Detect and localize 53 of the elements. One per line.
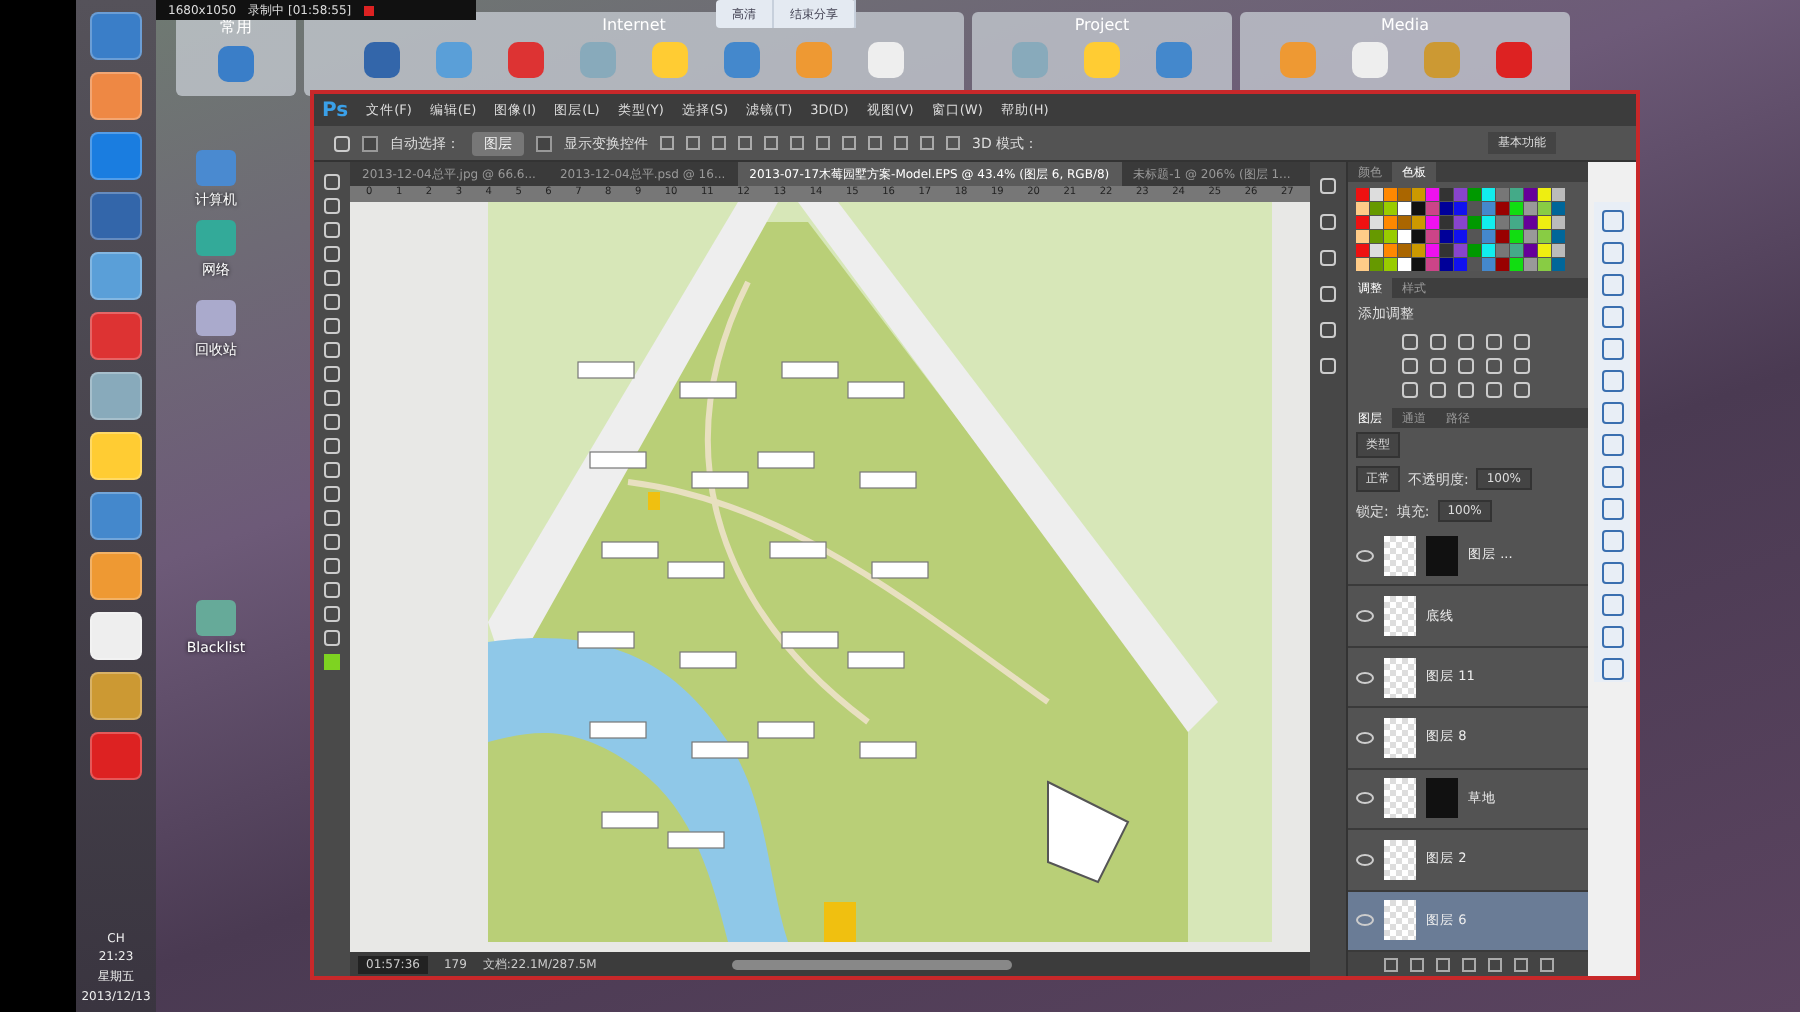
stop-icon[interactable] bbox=[363, 5, 374, 15]
layer-mask-thumbnail bbox=[1426, 535, 1458, 576]
checkbox[interactable] bbox=[362, 135, 378, 151]
side-tool-icon[interactable] bbox=[1601, 498, 1623, 520]
launcher-group-title: 常用 bbox=[220, 16, 252, 38]
side-tool-icon[interactable] bbox=[1601, 210, 1623, 232]
side-tool-icon[interactable] bbox=[1601, 466, 1623, 488]
taskbar-app-icon[interactable] bbox=[90, 612, 142, 660]
panel-icon[interactable] bbox=[1320, 250, 1336, 266]
layer-thumbnail bbox=[1384, 596, 1416, 637]
visibility-eye-icon[interactable] bbox=[1356, 792, 1374, 805]
side-tool-icon[interactable] bbox=[1601, 242, 1623, 264]
move-tool-icon[interactable] bbox=[334, 135, 350, 151]
app-logo: Ps bbox=[322, 99, 349, 121]
layer-thumbnail bbox=[1384, 717, 1416, 758]
launcher-group-title: Project bbox=[1074, 14, 1130, 34]
visibility-eye-icon[interactable] bbox=[1356, 731, 1374, 744]
visibility-eye-icon[interactable] bbox=[1356, 914, 1374, 927]
visibility-eye-icon[interactable] bbox=[1356, 671, 1374, 684]
side-tool-icon[interactable] bbox=[1601, 274, 1623, 296]
side-tool-icon[interactable] bbox=[1601, 530, 1623, 552]
layer-thumbnail bbox=[1384, 657, 1416, 698]
scrollbar-thumb[interactable] bbox=[732, 959, 1013, 969]
launcher-group-title: Internet bbox=[602, 14, 666, 34]
layer-thumbnail bbox=[1384, 839, 1416, 880]
side-tool-icon[interactable] bbox=[1601, 594, 1623, 616]
side-tool-icon[interactable] bbox=[1601, 402, 1623, 424]
layer-thumbnail bbox=[1384, 778, 1416, 819]
side-tool-icon[interactable] bbox=[1601, 370, 1623, 392]
panel-icon[interactable] bbox=[1320, 214, 1336, 230]
panel-icon[interactable] bbox=[1320, 286, 1336, 302]
app-icon[interactable] bbox=[1495, 42, 1531, 78]
layer-thumbnail bbox=[1384, 535, 1416, 576]
side-tool-icon[interactable] bbox=[1601, 306, 1623, 328]
side-tool-icon[interactable] bbox=[1601, 562, 1623, 584]
swatch-grid-drawing[interactable] bbox=[1356, 188, 1568, 272]
side-tool-icon[interactable] bbox=[1601, 658, 1623, 680]
visibility-eye-icon[interactable] bbox=[1356, 610, 1374, 623]
panel-icon[interactable] bbox=[1320, 178, 1336, 194]
checkbox[interactable] bbox=[536, 135, 552, 151]
layer-mask-thumbnail bbox=[1426, 778, 1458, 819]
launcher-group-title: Media bbox=[1380, 14, 1430, 34]
app-icon[interactable] bbox=[364, 42, 400, 78]
side-tool-icon[interactable] bbox=[1601, 434, 1623, 456]
panel-icon[interactable] bbox=[1320, 358, 1336, 374]
layer-thumbnail bbox=[1384, 900, 1416, 941]
side-tool-icon[interactable] bbox=[1601, 338, 1623, 360]
foreground-color-swatch[interactable] bbox=[324, 654, 340, 670]
side-tool-icon[interactable] bbox=[1601, 626, 1623, 648]
visibility-eye-icon[interactable] bbox=[1356, 853, 1374, 866]
visibility-eye-icon[interactable] bbox=[1356, 549, 1374, 562]
app-icon[interactable] bbox=[508, 42, 544, 78]
panel-icon[interactable] bbox=[1320, 322, 1336, 338]
